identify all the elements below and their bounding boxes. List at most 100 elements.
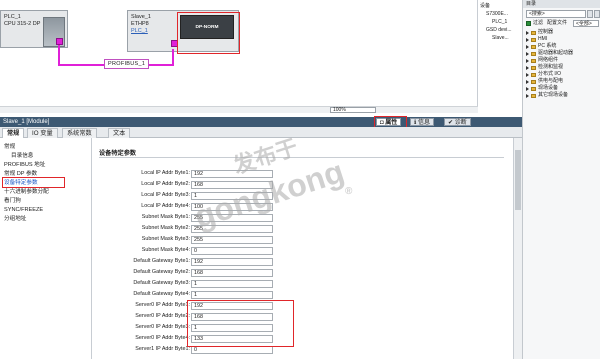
param-label: Subnet Mask Byte4:	[141, 247, 190, 253]
catalog-item[interactable]: 网络组件	[526, 57, 573, 64]
param-label: Local IP Addr Byte3:	[141, 192, 190, 198]
param-value-field[interactable]: 192	[191, 258, 273, 266]
network-hscrollbar[interactable]	[0, 106, 478, 113]
expand-icon[interactable]	[526, 30, 529, 35]
catalog-header: 目录	[523, 0, 600, 8]
expand-icon[interactable]	[526, 58, 529, 63]
profile-select[interactable]: <全部>	[573, 20, 599, 27]
param-label: Server0 IP Addr Byte2:	[135, 313, 190, 319]
nav-sync-freeze[interactable]: SYNC/FREEZE	[4, 206, 43, 214]
nav-profibus-address[interactable]: PROFIBUS 地址	[4, 161, 45, 169]
param-label: Server1 IP Addr Byte1:	[135, 346, 190, 352]
param-value-field[interactable]: 1	[191, 280, 273, 288]
tab-diagnostics[interactable]: ✔ 诊断	[444, 118, 471, 126]
hardware-catalog: 目录 <搜索> 过滤 配置文件 <全部> 控制器 HMI PC 系统 驱动器和起…	[522, 0, 600, 359]
param-label: Default Gateway Byte3:	[133, 280, 190, 286]
param-label: Local IP Addr Byte2:	[141, 181, 190, 187]
param-value-field[interactable]: 255	[191, 236, 273, 244]
section-title: 设备特定参数	[99, 150, 137, 157]
catalog-item[interactable]: HMI	[526, 36, 573, 43]
param-label: Subnet Mask Byte3:	[141, 236, 190, 242]
tab-texts[interactable]: 文本	[108, 128, 131, 138]
plc-type: CPU 315-2 DP	[4, 21, 41, 27]
plc-device[interactable]: PLC_1 CPU 315-2 DP	[0, 10, 68, 48]
param-row: Default Gateway Byte1: 192	[93, 257, 513, 266]
bus-drop-plc	[58, 45, 60, 65]
param-label: Subnet Mask Byte1:	[141, 214, 190, 220]
profile-label: 配置文件	[547, 20, 568, 26]
expand-icon[interactable]	[526, 44, 529, 49]
folder-icon	[531, 58, 536, 63]
tab-info[interactable]: ℹ 信息	[410, 118, 434, 126]
catalog-item[interactable]: 控制器	[526, 29, 573, 36]
params-vscrollbar[interactable]	[513, 138, 522, 359]
network-view[interactable]: PLC_1 CPU 315-2 DP Slave_1 ETHP8 PLC_1 D…	[0, 0, 478, 113]
highlight-slave-module	[177, 12, 240, 54]
nav-catalog-info[interactable]: 目录信息	[11, 152, 33, 160]
expand-icon[interactable]	[526, 51, 529, 56]
catalog-item[interactable]: 供电与配电	[526, 78, 573, 85]
param-value-field[interactable]: 0	[191, 247, 273, 255]
tab-io-tags[interactable]: IO 变量	[27, 128, 58, 138]
nav-group-address[interactable]: 分组地址	[4, 215, 26, 223]
bus-drop-slave	[172, 49, 174, 65]
expand-icon[interactable]	[526, 86, 529, 91]
catalog-item[interactable]: 现场设备	[526, 85, 573, 92]
tab-system-constants[interactable]: 系统常数	[62, 128, 97, 138]
tab-general[interactable]: 常规	[2, 128, 25, 138]
catalog-item[interactable]: 分布式 I/O	[526, 71, 573, 78]
catalog-item[interactable]: PC 系统	[526, 43, 573, 50]
overview-row[interactable]: 设备	[480, 2, 524, 10]
expand-icon[interactable]	[526, 65, 529, 70]
folder-icon	[531, 79, 536, 84]
nav-hex-parameters[interactable]: 十六进制参数分配	[4, 188, 49, 196]
param-value-field[interactable]: 168	[191, 269, 273, 277]
search-next-icon[interactable]	[594, 10, 600, 18]
param-label: Subnet Mask Byte2:	[141, 225, 190, 231]
catalog-item[interactable]: 其它现场设备	[526, 92, 573, 99]
slave-master-link[interactable]: PLC_1	[131, 28, 148, 34]
param-label: Server0 IP Addr Byte3:	[135, 324, 190, 330]
nav-general[interactable]: 常规	[4, 143, 15, 151]
watermark-mark: ®	[345, 186, 353, 197]
filter-label: 过滤	[533, 20, 544, 26]
param-row: Server0 IP Addr Byte1: 192	[93, 301, 513, 310]
param-row: Subnet Mask Byte2: 255	[93, 224, 513, 233]
param-row: Default Gateway Byte3: 1	[93, 279, 513, 288]
catalog-tree: 控制器 HMI PC 系统 驱动器和起动器 网络组件 检测和监视 分布式 I/O…	[526, 29, 573, 99]
folder-icon	[531, 65, 536, 70]
param-label: Local IP Addr Byte1:	[141, 170, 190, 176]
param-row: Subnet Mask Byte4: 0	[93, 246, 513, 255]
expand-icon[interactable]	[526, 72, 529, 77]
plc-dp-port[interactable]	[56, 38, 63, 45]
highlight-server0-ip	[187, 300, 294, 347]
filter-checkbox[interactable]	[526, 21, 531, 26]
param-row: Subnet Mask Byte1: 255	[93, 213, 513, 222]
zoom-select[interactable]: 100%	[330, 107, 376, 113]
folder-icon	[531, 72, 536, 77]
param-label: Default Gateway Byte4:	[133, 291, 190, 297]
scroll-thumb[interactable]	[515, 150, 521, 210]
catalog-search-input[interactable]: <搜索>	[526, 10, 586, 18]
diagnostics-icon: ✔	[448, 120, 455, 126]
inspector-subtabs: 常规 IO 变量 系统常数 文本	[0, 127, 522, 138]
expand-icon[interactable]	[526, 79, 529, 84]
expand-icon[interactable]	[526, 93, 529, 98]
param-label: Server0 IP Addr Byte4:	[135, 335, 190, 341]
expand-icon[interactable]	[526, 37, 529, 42]
search-icon[interactable]	[587, 10, 593, 18]
param-row: Server0 IP Addr Byte4: 133	[93, 334, 513, 343]
property-nav: 常规 目录信息 PROFIBUS 地址 常规 DP 参数 设备特定参数 十六进制…	[0, 138, 92, 359]
param-value-field[interactable]: 0	[191, 346, 273, 354]
folder-icon	[531, 93, 536, 98]
param-label: Server0 IP Addr Byte1:	[135, 302, 190, 308]
catalog-item[interactable]: 驱动器和起动器	[526, 50, 573, 57]
folder-icon	[531, 30, 536, 35]
param-value-field[interactable]: 1	[191, 291, 273, 299]
catalog-item[interactable]: 检测和监视	[526, 64, 573, 71]
inspector-titlebar: Slave_1 [Module] ◘ 属性 ℹ 信息 ✔ 诊断	[0, 117, 522, 127]
bus-label[interactable]: PROFIBUS_1	[104, 59, 150, 69]
folder-icon	[531, 86, 536, 91]
plc-name: PLC_1	[4, 14, 21, 20]
nav-watchdog[interactable]: 看门狗	[4, 197, 21, 205]
